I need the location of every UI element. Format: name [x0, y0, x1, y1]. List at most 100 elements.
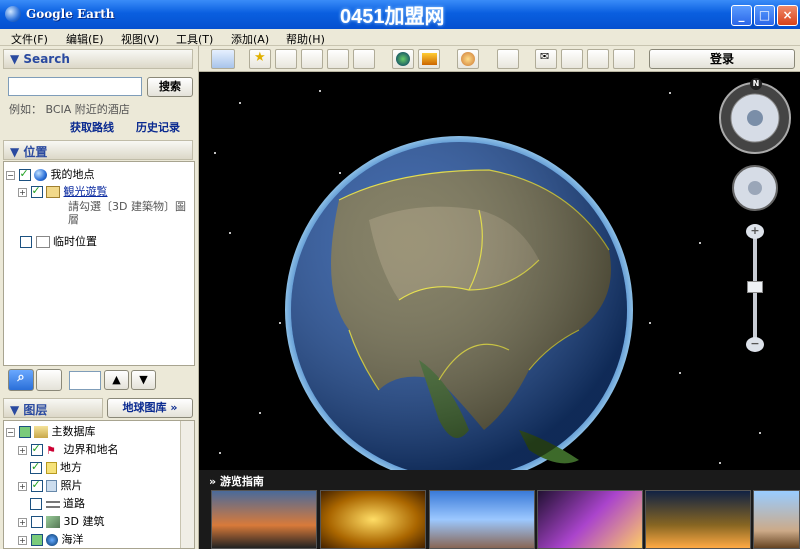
sunlight-button[interactable] — [418, 49, 440, 69]
zoom-out-button[interactable]: − — [746, 337, 764, 352]
checkbox-places[interactable] — [30, 460, 42, 474]
email-button[interactable]: ✉ — [535, 49, 557, 69]
toolbar: ★ ✉ 登录 — [199, 46, 800, 72]
road-icon — [45, 500, 60, 508]
historical-imagery-button[interactable] — [392, 49, 414, 69]
menu-add[interactable]: 添加(A) — [231, 30, 269, 47]
tour-guide-header[interactable]: » 游览指南 — [209, 473, 264, 489]
add-path-button[interactable] — [301, 49, 323, 69]
north-indicator[interactable]: N — [750, 78, 762, 90]
search-button[interactable]: 搜索 — [147, 77, 193, 97]
google-earth-app-icon — [5, 6, 21, 22]
layer-photos[interactable]: + 照片 — [18, 477, 83, 493]
zoom-thumb[interactable] — [747, 281, 763, 293]
layer-ocean[interactable]: + 海洋 — [18, 531, 84, 547]
move-down-button[interactable]: ▼ — [131, 370, 156, 390]
checkbox-temp-places[interactable] — [20, 236, 32, 248]
tree-sightseeing[interactable]: + 観光遊覧 — [18, 183, 108, 199]
expand-icon[interactable]: + — [18, 445, 27, 455]
checkbox-ocean[interactable] — [30, 534, 43, 546]
tour-thumbnail[interactable] — [429, 490, 535, 549]
layers-panel-header[interactable]: ▼ 图层 — [3, 398, 103, 418]
expand-icon[interactable]: + — [18, 481, 27, 491]
add-placemark-button[interactable]: ★ — [249, 49, 271, 69]
print-button[interactable] — [561, 49, 583, 69]
toggle-panel-button[interactable] — [36, 369, 62, 391]
ruler-button[interactable] — [497, 49, 519, 69]
search-input[interactable] — [8, 77, 142, 96]
menu-bar: 文件(F) 编辑(E) 视图(V) 工具(T) 添加(A) 帮助(H) — [0, 29, 800, 46]
clock-globe-icon — [396, 52, 410, 66]
maximize-button[interactable]: □ — [754, 5, 775, 26]
layers-scrollbar[interactable] — [180, 421, 194, 548]
tour-thumbnail[interactable] — [211, 490, 317, 549]
menu-tools[interactable]: 工具(T) — [176, 30, 213, 47]
add-overlay-button[interactable] — [327, 49, 349, 69]
layer-primary-db[interactable]: − 主数据库 — [6, 423, 96, 439]
tour-guide: » 游览指南 — [199, 470, 800, 549]
history-link[interactable]: 历史记录 — [136, 119, 180, 135]
close-button[interactable]: × — [777, 5, 798, 26]
sightseeing-link[interactable]: 観光遊覧 — [64, 185, 108, 198]
checkbox-partial[interactable] — [18, 426, 31, 438]
layers-icon — [34, 426, 48, 438]
tour-thumbnail[interactable] — [537, 490, 643, 549]
layers-tree: − 主数据库 + ⚑ 边界和地名 地方 + 照片 道路 + 3D 建筑 + 海洋 — [3, 420, 195, 549]
sun-icon — [422, 53, 437, 65]
layer-label: 道路 — [63, 497, 85, 510]
save-image-button[interactable] — [613, 49, 635, 69]
menu-edit[interactable]: 编辑(E) — [66, 30, 104, 47]
add-polygon-button[interactable] — [275, 49, 297, 69]
tour-thumbnail[interactable] — [320, 490, 426, 549]
minimize-button[interactable]: _ — [731, 5, 752, 26]
planets-button[interactable] — [457, 49, 479, 69]
layer-3d-buildings[interactable]: + 3D 建筑 — [18, 513, 104, 529]
collapse-icon[interactable]: − — [6, 427, 15, 437]
layer-roads[interactable]: 道路 — [30, 495, 85, 511]
expand-icon[interactable]: + — [18, 535, 27, 545]
look-navigation-control[interactable] — [717, 80, 793, 156]
move-up-button[interactable]: ▲ — [104, 370, 129, 390]
sidebar: ▼ Search 搜索 例如： BCIA 附近的酒店 获取路线 历史记录 ▼ 位… — [0, 46, 199, 549]
checkbox-photos[interactable] — [30, 478, 43, 492]
login-button[interactable]: 登录 — [649, 49, 795, 69]
layer-borders[interactable]: + ⚑ 边界和地名 — [18, 441, 119, 457]
places-panel-header[interactable]: ▼ 位置 — [3, 140, 193, 160]
layers-header-label: 图层 — [23, 403, 48, 417]
search-places-button[interactable]: ⌕ — [8, 369, 34, 391]
title-bar: Google Earth 0451加盟网 _ □ × — [0, 0, 800, 29]
expand-icon[interactable]: + — [18, 517, 27, 527]
directions-link[interactable]: 获取路线 — [70, 119, 114, 135]
globe[interactable] — [279, 130, 639, 490]
layer-places[interactable]: 地方 — [30, 459, 82, 475]
checkbox-sightseeing[interactable] — [30, 184, 43, 198]
earth-gallery-button[interactable]: 地球图库 » — [107, 398, 193, 418]
search-panel-header[interactable]: ▼ Search — [3, 49, 193, 69]
checkbox-borders[interactable] — [30, 442, 43, 456]
tree-my-places[interactable]: − 我的地点 — [6, 166, 95, 182]
places-filter-input[interactable] — [69, 371, 101, 390]
tree-temp-places[interactable]: 临时位置 — [20, 233, 97, 249]
sidebar-toggle-button[interactable] — [211, 49, 235, 69]
places-tree: − 我的地点 + 観光遊覧 請勾選〔3D 建築物〕圖 層 临时位置 — [3, 161, 195, 366]
zoom-slider[interactable]: + − — [746, 224, 764, 354]
my-places-label: 我的地点 — [50, 168, 95, 181]
menu-file[interactable]: 文件(F) — [11, 30, 48, 47]
pin-icon: ★ — [254, 50, 266, 65]
tour-thumbnail[interactable] — [645, 490, 751, 549]
menu-help[interactable]: 帮助(H) — [286, 30, 325, 47]
earth-3d-view[interactable]: N + − » 游览指南 — [199, 72, 800, 549]
record-tour-button[interactable] — [353, 49, 375, 69]
collapse-icon[interactable]: − — [6, 170, 15, 180]
globe-icon — [34, 169, 47, 181]
expand-icon[interactable]: + — [18, 187, 27, 197]
view-in-maps-button[interactable] — [587, 49, 609, 69]
move-navigation-control[interactable] — [731, 164, 779, 212]
checkbox-roads[interactable] — [30, 498, 42, 510]
menu-view[interactable]: 视图(V) — [121, 30, 159, 47]
zoom-in-button[interactable]: + — [746, 224, 764, 239]
checkbox-my-places[interactable] — [18, 167, 31, 181]
flag-icon: ⚑ — [46, 444, 56, 457]
tour-thumbnail[interactable] — [753, 490, 800, 549]
checkbox-3d-buildings[interactable] — [30, 516, 43, 528]
